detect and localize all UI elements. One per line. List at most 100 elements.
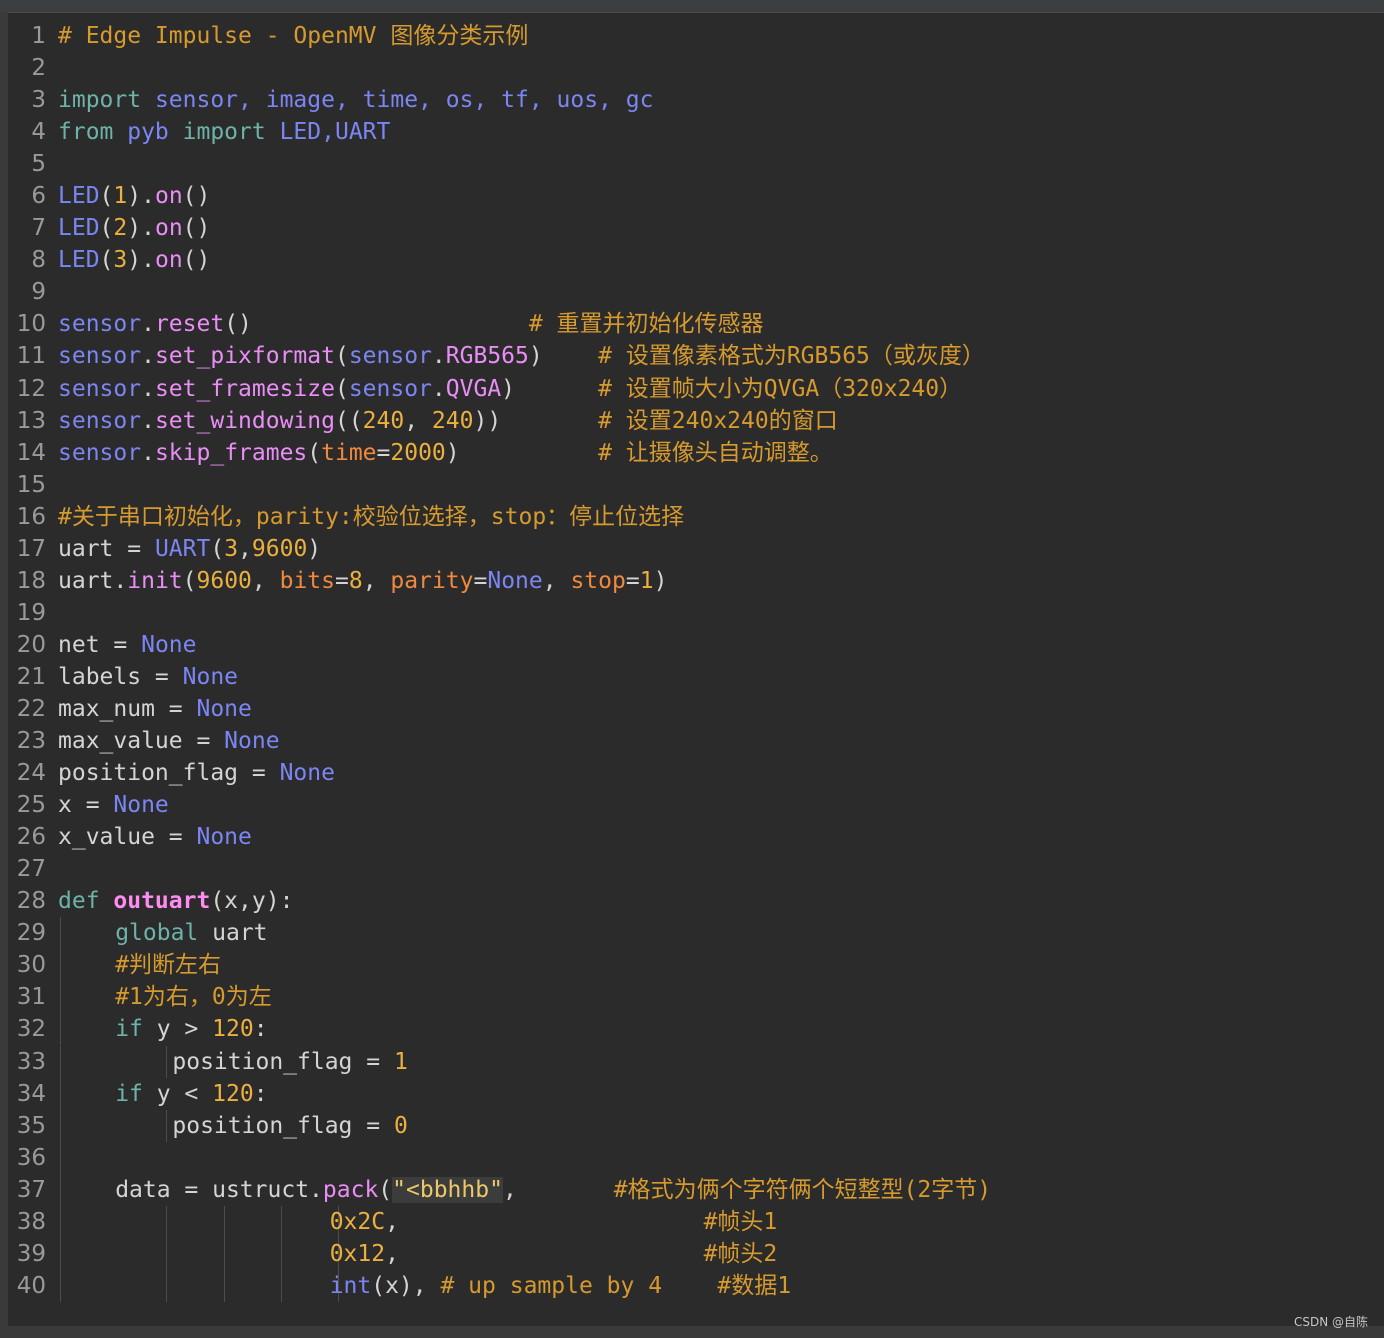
line-text: x_value = None [58,821,252,853]
line-number: 4 [31,119,46,146]
code-token: # 重置并初始化传感器 [528,311,764,338]
line-number: 39 [16,1240,46,1267]
code-token: (x,y): [210,888,294,915]
code-line[interactable]: 4 from pyb import LED,UART [8,116,1384,148]
indent-guide [166,1205,168,1238]
indent-guide [60,917,61,950]
code-token: . [141,343,155,370]
code-token: ( [99,215,114,242]
code-line[interactable]: 30 #判断左右 [8,949,1384,982]
code-line[interactable]: 1 # Edge Impulse - OpenMV 图像分类示例 [8,20,1384,52]
code-line[interactable]: 10 sensor.reset() # 重置并初始化传感器 [8,308,1384,340]
code-line[interactable]: 39 0x12, #帧头2 [8,1237,1384,1270]
code-area[interactable]: 1 # Edge Impulse - OpenMV 图像分类示例 2 3 import … [8,20,1384,1302]
code-token: ( [182,567,197,594]
line-number: 17 [16,535,46,562]
line-number: 19 [16,599,46,626]
code-token: LED [58,183,100,210]
line-number: 8 [31,247,46,274]
line-number: 18 [16,567,46,594]
code-token: 240 [362,407,405,434]
code-line[interactable]: 12 sensor.set_framesize(sensor.QVGA) # 设置… [8,373,1384,405]
code-token: 9600 [196,567,252,594]
code-token: = [473,567,488,594]
code-token: set_pixformat [154,343,335,370]
code-line[interactable]: 32 if y > 120: [8,1013,1384,1046]
line-number: 6 [31,183,46,210]
line-text: uart = UART(3,9600) [58,533,321,565]
line-text: 0x2C, #帧头1 [330,1206,778,1238]
code-line[interactable]: 18 uart.init(9600, bits=8, parity=None, s… [8,565,1384,597]
code-line[interactable]: 31 #1为右，0为左 [8,981,1384,1014]
code-line[interactable]: 19 [8,597,1384,629]
code-line[interactable]: 9 [8,276,1384,308]
code-token: init [127,567,183,594]
code-token: ( [307,439,322,466]
code-line[interactable]: 24 position_flag = None [8,757,1384,789]
line-number: 32 [16,1016,46,1043]
code-line[interactable]: 23 max_value = None [8,725,1384,757]
line-text: global uart [115,917,267,949]
code-line[interactable]: 5 [8,148,1384,180]
code-line[interactable]: 25 x = None [8,789,1384,821]
code-line[interactable]: 20 net = None [8,629,1384,661]
code-token: # up sample by 4 #数据1 [440,1272,792,1299]
code-line[interactable]: 22 max_num = None [8,693,1384,725]
line-number: 10 [16,311,46,338]
code-token: None [141,631,197,658]
code-token: () [182,247,211,274]
code-line[interactable]: 37 data = ustruct.pack("<bbhhb", #格式为俩个字符… [8,1173,1384,1206]
code-token: sensor [58,311,142,338]
line-text: import sensor, image, time, os, tf, uos,… [58,84,653,116]
code-token: #判断左右 [115,952,222,979]
line-text: sensor.set_pixformat(sensor.RGB565) # 设置… [58,340,985,372]
indent-guide [60,1269,61,1302]
indent-guide [166,1045,168,1078]
code-line[interactable]: 14 sensor.skip_frames(time=2000) # 让摄像头自动… [8,437,1384,469]
code-token: sensor [348,375,432,402]
code-line[interactable]: 34 if y < 120: [8,1077,1384,1110]
code-line[interactable]: 40 int(x), # up sample by 4 #数据1 [8,1269,1384,1302]
code-token: None [182,663,239,690]
indent-guide [166,1269,168,1302]
code-token: x_value = [58,824,197,851]
line-text: x = None [58,789,169,821]
code-token: import [58,87,142,114]
code-line[interactable]: 35 position_flag = 0 [8,1109,1384,1142]
code-line[interactable]: 26 x_value = None [8,821,1384,853]
code-line[interactable]: 28 def outuart(x,y): [8,885,1384,917]
code-line[interactable]: 27 [8,853,1384,885]
code-line[interactable]: 11 sensor.set_pixformat(sensor.RGB565) # … [8,340,1384,372]
code-line[interactable]: 16 #关于串口初始化，parity:校验位选择，stop：停止位选择 [8,501,1384,533]
code-line[interactable]: 36 [8,1141,1384,1174]
line-text: int(x), # up sample by 4 #数据1 [330,1270,791,1302]
code-token: on [154,183,183,210]
code-line[interactable]: 8 LED(3).on() [8,244,1384,276]
code-line[interactable]: 3 import sensor, image, time, os, tf, uos… [8,84,1384,116]
code-token: pack [322,1176,379,1203]
code-token: = [334,567,349,594]
code-line[interactable]: 29 global uart [8,917,1384,950]
line-number: 31 [16,984,46,1011]
code-line[interactable]: 33 position_flag = 1 [8,1045,1384,1078]
watermark: CSDN @自陈 [1293,1315,1368,1329]
code-line[interactable]: 13 sensor.set_windowing((240, 240)) # 设置2… [8,405,1384,437]
line-number: 5 [31,151,46,178]
code-line[interactable]: 15 [8,469,1384,501]
code-line[interactable]: 7 LED(2).on() [8,212,1384,244]
code-token: , [502,1176,614,1203]
code-token: LED [58,247,100,274]
code-token: on [154,247,183,274]
line-number: 16 [16,503,46,530]
code-line[interactable]: 38 0x2C, #帧头1 [8,1205,1384,1238]
code-token: ). [127,247,155,274]
code-line[interactable]: 17 uart = UART(3,9600) [8,533,1384,565]
code-line[interactable]: 2 [8,52,1384,84]
horizontal-scrollbar[interactable] [0,1326,1384,1338]
code-token: None [487,567,543,594]
code-token: () [182,183,211,210]
code-token: 8 [348,567,363,594]
code-line[interactable]: 21 labels = None [8,661,1384,693]
code-line[interactable]: 6 LED(1).on() [8,180,1384,212]
line-number: 7 [31,215,46,242]
